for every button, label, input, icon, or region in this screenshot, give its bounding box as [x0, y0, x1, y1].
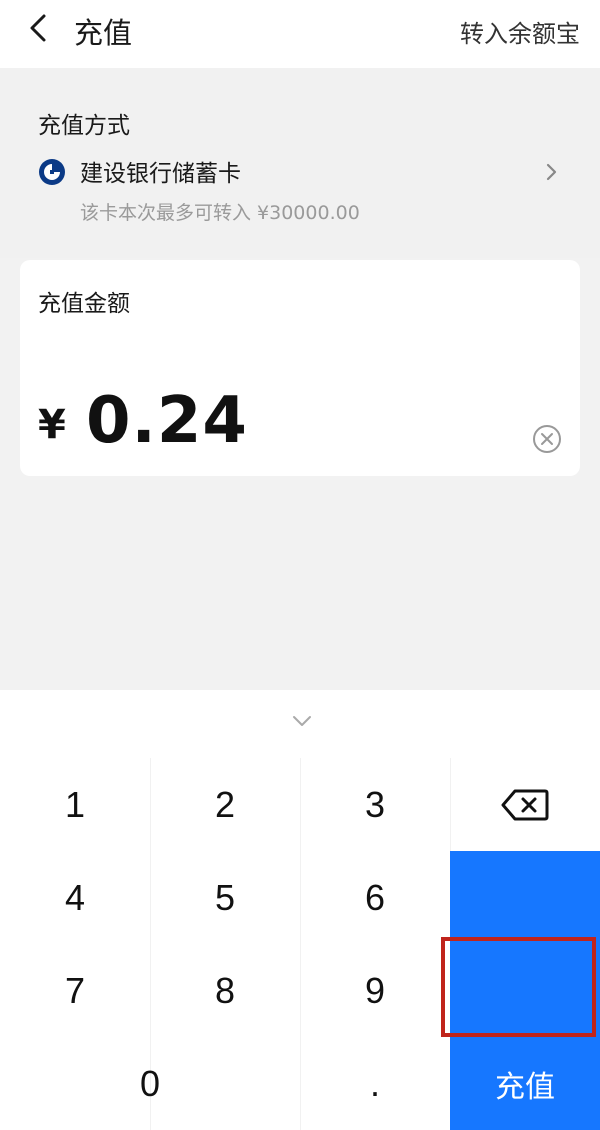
- page-title: 充值: [74, 16, 133, 50]
- key-9[interactable]: 9: [300, 944, 450, 1037]
- amount-label: 充值金额: [38, 291, 130, 317]
- collapse-keyboard-icon[interactable]: [290, 712, 314, 730]
- key-5[interactable]: 5: [150, 851, 300, 944]
- delete-key[interactable]: [450, 758, 600, 851]
- ccb-bank-icon: [39, 159, 65, 185]
- currency-symbol: ¥: [38, 402, 66, 448]
- recharge-submit-label: 充值: [495, 1069, 555, 1105]
- highlight-annotation-box: [441, 937, 596, 1037]
- transfer-limit-text: 该卡本次最多可转入 ¥30000.00: [80, 202, 360, 224]
- payment-method-label: 充值方式: [38, 113, 130, 139]
- amount-card: 充值金额 ¥ 0.24: [20, 260, 580, 476]
- header: 充值 转入余额宝: [0, 0, 600, 68]
- key-decimal[interactable]: .: [300, 1037, 450, 1130]
- payment-method-section: 充值方式 建设银行储蓄卡 该卡本次最多可转入 ¥30000.00: [0, 68, 600, 258]
- key-4[interactable]: 4: [0, 851, 150, 944]
- key-8[interactable]: 8: [150, 944, 300, 1037]
- key-6[interactable]: 6: [300, 851, 450, 944]
- key-1[interactable]: 1: [0, 758, 150, 851]
- keyboard-toolbar: [0, 690, 600, 759]
- key-3[interactable]: 3: [300, 758, 450, 851]
- amount-input[interactable]: 0.24: [86, 384, 248, 458]
- bank-card-selector[interactable]: 建设银行储蓄卡: [38, 152, 562, 196]
- back-icon[interactable]: [22, 10, 58, 46]
- bank-card-name: 建设银行储蓄卡: [80, 161, 241, 187]
- clear-icon[interactable]: [532, 424, 562, 454]
- backspace-icon: [501, 789, 549, 820]
- chevron-right-icon: [546, 163, 557, 181]
- key-0[interactable]: 0: [0, 1037, 300, 1130]
- transfer-to-yuebao-link[interactable]: 转入余额宝: [460, 14, 580, 49]
- key-7[interactable]: 7: [0, 944, 150, 1037]
- key-2[interactable]: 2: [150, 758, 300, 851]
